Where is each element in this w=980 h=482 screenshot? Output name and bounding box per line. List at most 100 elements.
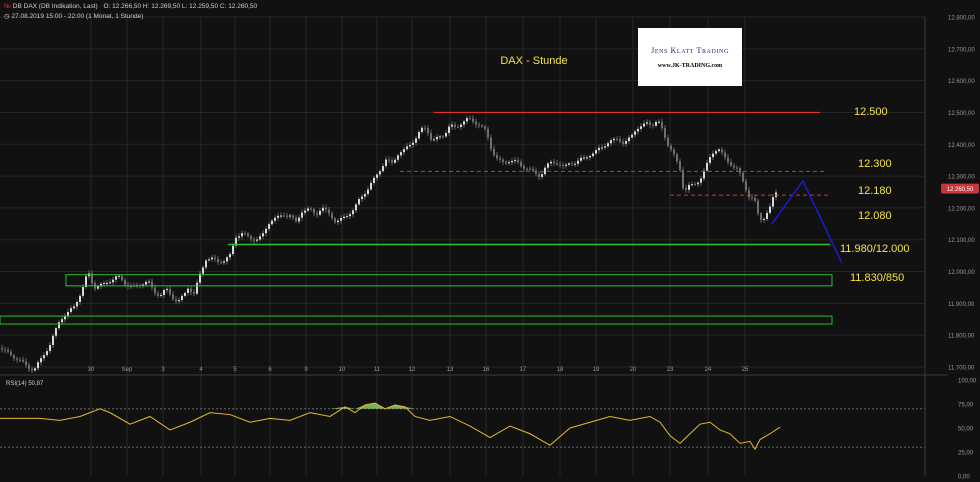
candle-body <box>370 182 372 190</box>
candle-body <box>121 275 123 281</box>
y-tick-label: 11.900,00 <box>948 302 975 308</box>
candle-body <box>676 154 678 162</box>
candle-body <box>493 148 495 156</box>
x-tick-label: 19 <box>593 367 600 373</box>
candle-body <box>184 292 186 296</box>
candle-body <box>415 138 417 143</box>
candle-body <box>241 233 243 237</box>
candle-body <box>724 152 726 158</box>
candle-body <box>229 254 231 258</box>
candle-body <box>499 158 501 160</box>
candle-body <box>751 197 753 199</box>
candle-body <box>700 178 702 183</box>
candle-body <box>271 220 273 225</box>
candle-body <box>322 207 324 211</box>
candle-body <box>112 279 114 283</box>
candle-body <box>553 161 555 164</box>
x-tick-label: 11 <box>374 367 381 373</box>
candle-body <box>187 288 189 293</box>
candle-body <box>517 160 519 163</box>
candle-body <box>406 146 408 150</box>
candle-body <box>559 164 561 166</box>
level-label: 12.180 <box>858 185 892 197</box>
candle-body <box>532 168 534 171</box>
candle-body <box>172 294 174 300</box>
candle-body <box>331 213 333 219</box>
candle-body <box>13 355 15 359</box>
candle-body <box>52 335 54 346</box>
candle-body <box>244 233 246 235</box>
candle-body <box>451 124 453 127</box>
x-tick-label: 17 <box>520 367 527 373</box>
candle-body <box>283 215 285 217</box>
candle-body <box>616 138 618 140</box>
level-label: 11.980/12.000 <box>840 243 910 255</box>
level-label: 12.080 <box>858 210 892 222</box>
candle-body <box>760 213 762 220</box>
candle-body <box>634 131 636 135</box>
candle-body <box>205 260 207 268</box>
candle-body <box>580 157 582 161</box>
y-tick-label: 11.700,00 <box>948 366 975 372</box>
candle-body <box>574 163 576 165</box>
candle-body <box>733 165 735 168</box>
y-tick-label: 12.700,00 <box>948 47 975 53</box>
candle-body <box>268 224 270 229</box>
candle-body <box>376 174 378 178</box>
candle-body <box>655 121 657 126</box>
candle-body <box>745 181 747 191</box>
candle-body <box>550 161 552 164</box>
candle-body <box>19 359 21 361</box>
support-zone <box>65 274 833 287</box>
level-label: 11.830/850 <box>850 272 904 284</box>
ohlc-values: O: 12.266,50 H: 12.269,50 L: 12.259,50 C… <box>103 3 258 10</box>
candle-body <box>394 159 396 163</box>
candle-body <box>625 141 627 144</box>
instrument-icon: № <box>4 3 11 10</box>
candle-body <box>1 347 3 350</box>
candle-body <box>514 160 516 162</box>
rsi-line <box>0 402 781 451</box>
instrument-header: № DB DAX (DB Indikation, Last) O: 12.266… <box>4 3 257 10</box>
candle-body <box>346 216 348 218</box>
candle-body <box>262 233 264 237</box>
candle-body <box>601 147 603 149</box>
candle-body <box>295 217 297 222</box>
candle-body <box>145 281 147 285</box>
candle-body <box>301 212 303 218</box>
x-tick-label: 23 <box>667 367 674 373</box>
candle-body <box>439 136 441 138</box>
candle-body <box>520 162 522 167</box>
candle-body <box>397 155 399 160</box>
candle-body <box>103 283 105 285</box>
candle-body <box>367 189 369 194</box>
candle-body <box>571 163 573 165</box>
y-tick-label: 12.100,00 <box>948 238 975 244</box>
x-tick-label: 9 <box>304 367 308 373</box>
x-tick-label: 12 <box>409 367 416 373</box>
candle-body <box>757 200 759 214</box>
candle-body <box>355 204 357 211</box>
candle-body <box>640 126 642 129</box>
candle-body <box>706 162 708 171</box>
candle-body <box>472 118 474 122</box>
candle-body <box>292 215 294 218</box>
candle-body <box>115 276 117 280</box>
date-range-text: 27.08.2019 15:00 - 22:00 (1 Monat, 1 Stu… <box>11 13 144 20</box>
candle-body <box>691 184 693 186</box>
candle-body <box>502 159 504 162</box>
candle-body <box>148 281 150 283</box>
candle-body <box>643 123 645 127</box>
candle-body <box>484 126 486 129</box>
candle-body <box>739 168 741 173</box>
candle-body <box>427 128 429 134</box>
candle-body <box>22 359 24 362</box>
x-tick-label: 3 <box>161 367 165 373</box>
candle-body <box>562 165 564 167</box>
candle-body <box>742 172 744 182</box>
candle-body <box>43 355 45 359</box>
candle-body <box>748 190 750 198</box>
candle-body <box>289 215 291 217</box>
rsi-y-tick-label: 75,00 <box>958 403 974 409</box>
last-price-label: 12.260,50 <box>947 187 974 193</box>
